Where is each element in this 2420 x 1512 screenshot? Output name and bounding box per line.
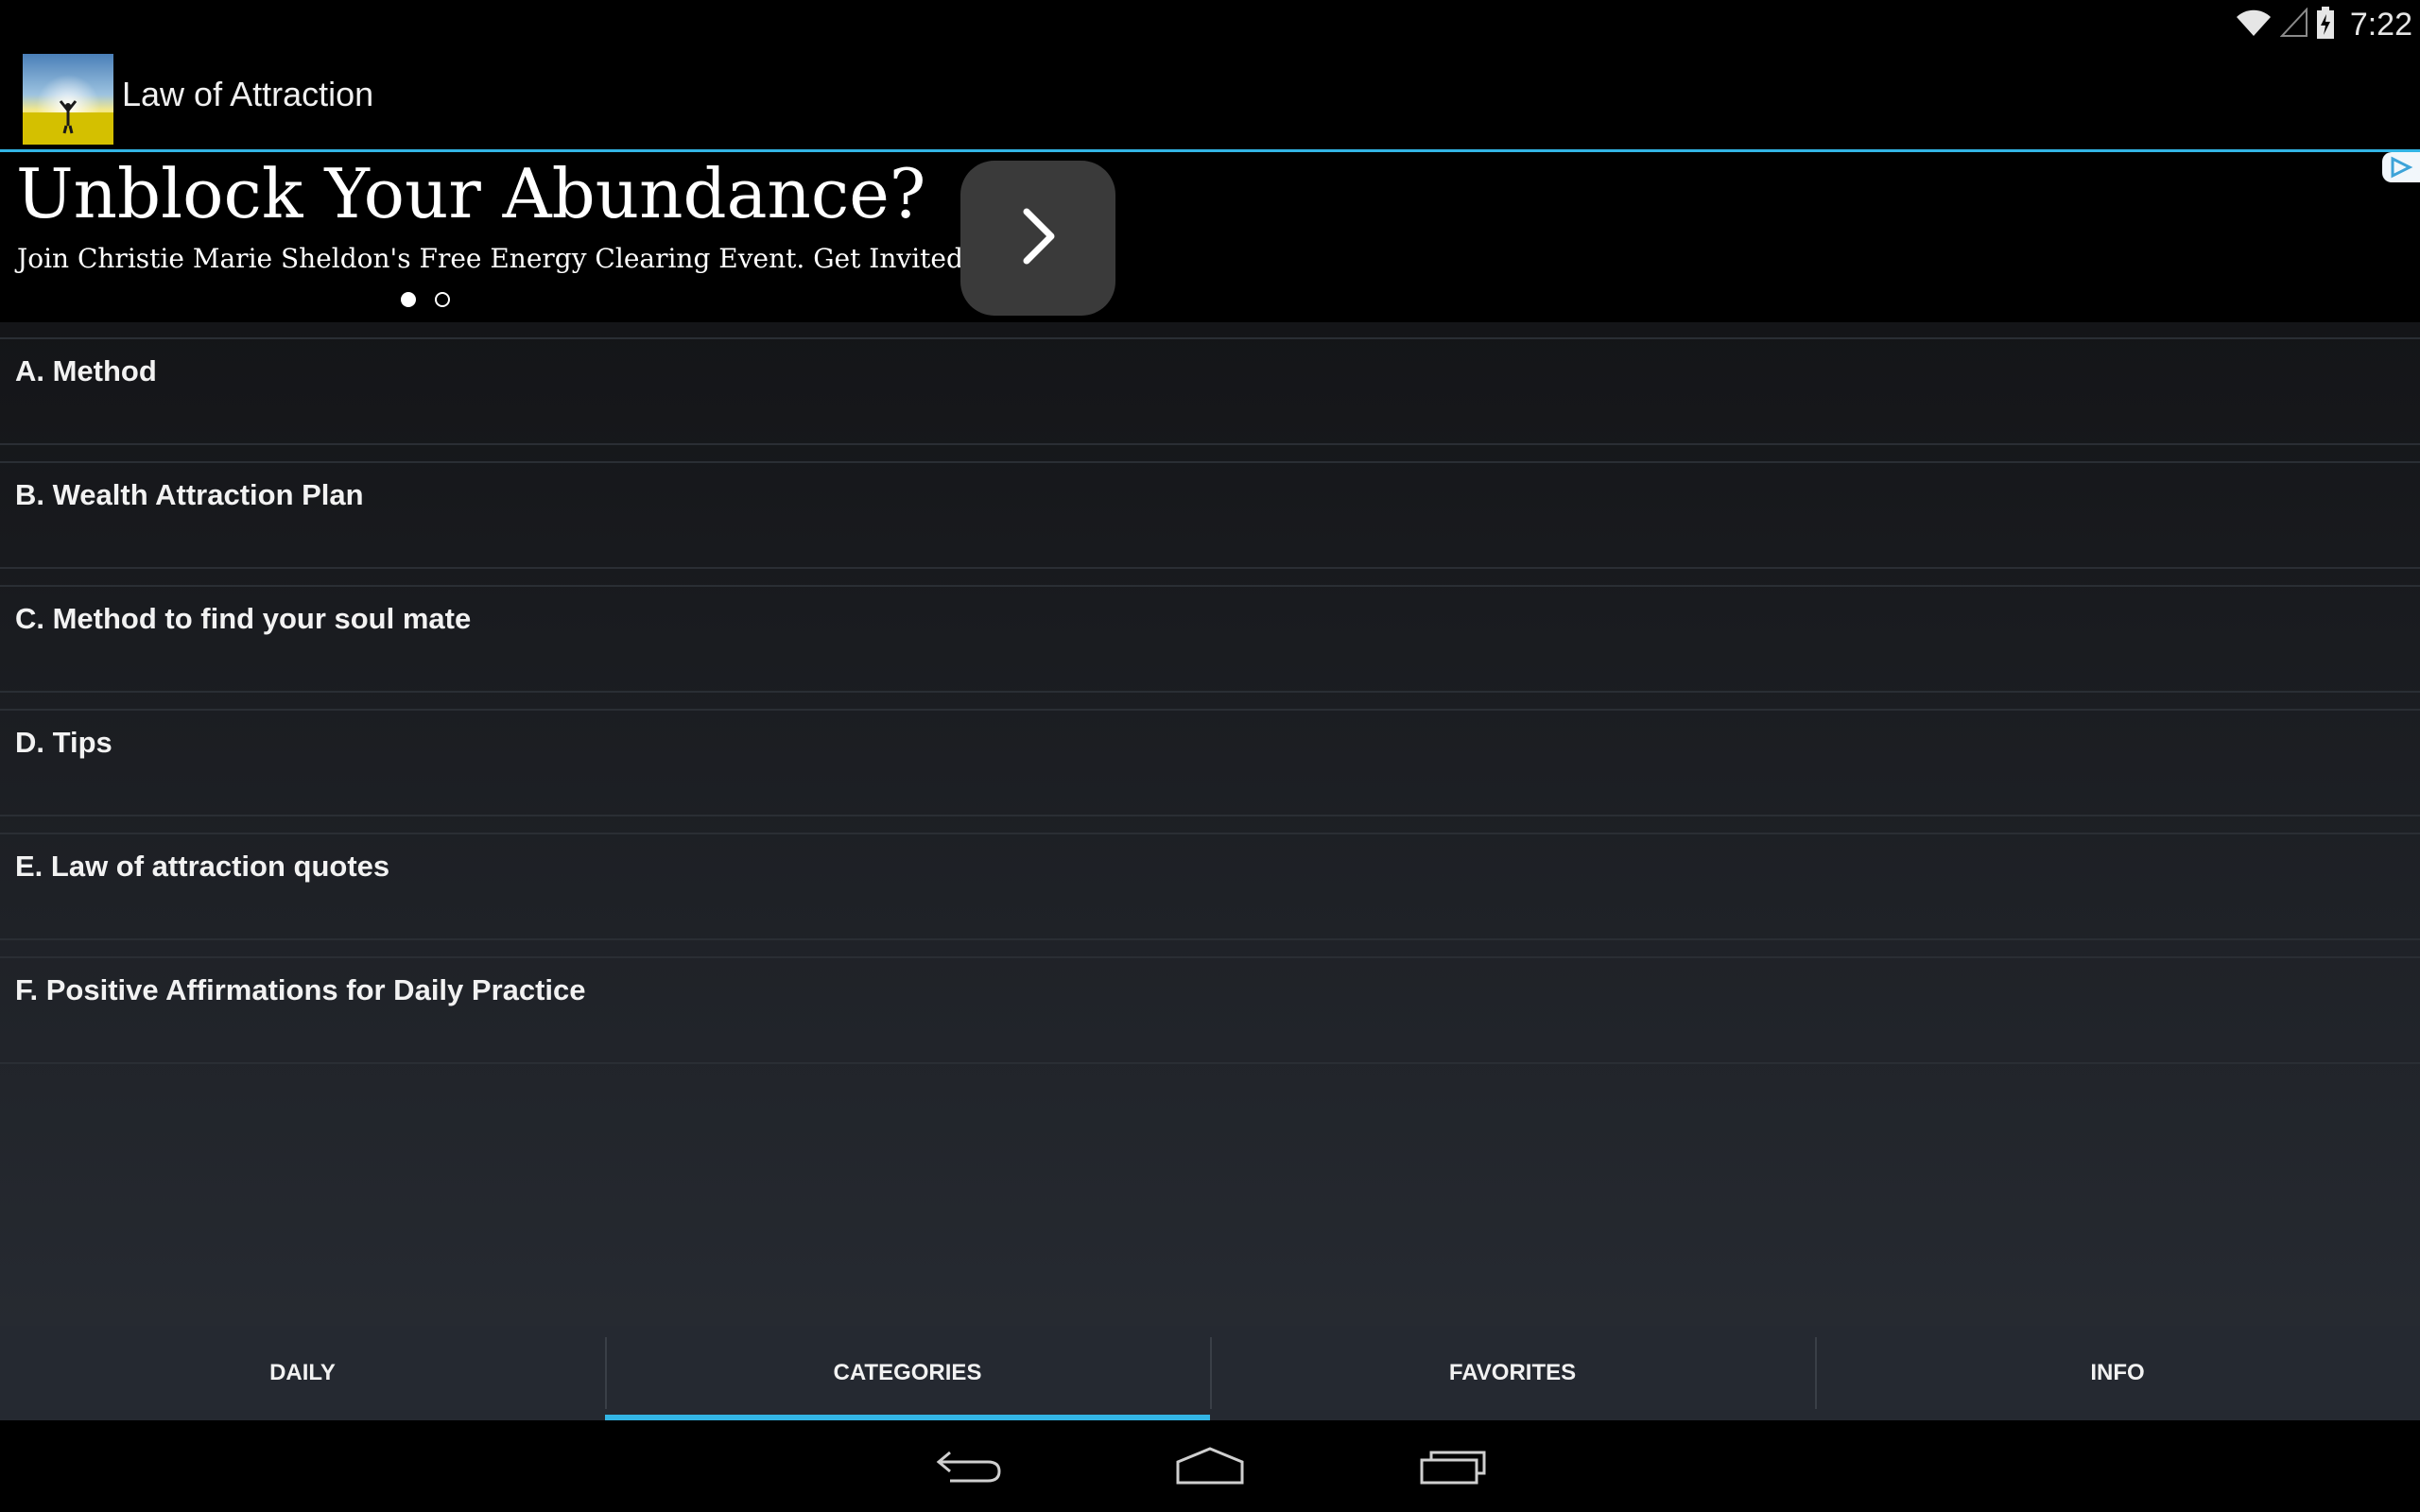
recent-apps-button[interactable] [1402,1439,1506,1496]
list-item-label: B. Wealth Attraction Plan [15,478,364,511]
ad-banner[interactable]: Unblock Your Abundance? Join Christie Ma… [0,152,2420,322]
tab-daily[interactable]: DAILY [0,1326,605,1420]
wifi-icon [2235,8,2273,43]
tab-info[interactable]: INFO [1815,1326,2420,1420]
list-item-label: A. Method [15,354,157,387]
tab-bar: DAILY CATEGORIES FAVORITES INFO [0,1326,2420,1420]
status-bar: 7:22 [0,0,2420,46]
list-item[interactable]: F. Positive Affirmations for Daily Pract… [0,956,2420,1064]
tab-label: FAVORITES [1448,1360,1577,1385]
status-icons: 7:22 [2235,4,2412,45]
list-item-label: E. Law of attraction quotes [15,850,390,883]
carousel-dot-active [401,292,416,307]
back-button[interactable] [917,1439,1021,1496]
list-item-label: D. Tips [15,726,112,759]
back-icon [933,1445,1005,1491]
app-title: Law of Attraction [122,75,374,113]
clock: 7:22 [2349,6,2412,43]
list-item[interactable]: E. Law of attraction quotes [0,833,2420,940]
ad-headline[interactable]: Unblock Your Abundance? [16,154,925,233]
system-nav-bar [0,1420,2420,1512]
list-item[interactable]: A. Method [0,337,2420,445]
list-item-label: C. Method to find your soul mate [15,602,472,635]
recent-apps-icon [1418,1445,1490,1491]
tab-label: INFO [2090,1360,2145,1385]
battery-charging-icon [2316,6,2335,43]
action-bar: Law of Attraction [0,46,2420,149]
home-button[interactable] [1158,1439,1262,1496]
list-item[interactable]: C. Method to find your soul mate [0,585,2420,693]
tab-favorites[interactable]: FAVORITES [1210,1326,1815,1420]
app-logo-icon[interactable] [23,54,113,145]
tab-label: DAILY [269,1360,336,1385]
home-icon [1174,1445,1246,1491]
chevron-right-icon [1010,198,1066,279]
list-item[interactable]: D. Tips [0,709,2420,816]
ad-next-button[interactable] [960,161,1115,316]
signal-icon [2279,6,2308,43]
ad-carousel-indicator [401,292,450,307]
categories-list: A. Method B. Wealth Attraction Plan C. M… [0,322,2420,1326]
ad-choices-icon[interactable] [2382,152,2420,182]
list-item-label: F. Positive Affirmations for Daily Pract… [15,973,586,1006]
ad-body-text[interactable]: Join Christie Marie Sheldon's Free Energ… [17,243,974,274]
carousel-dot [435,292,450,307]
list-item[interactable]: B. Wealth Attraction Plan [0,461,2420,569]
tab-categories[interactable]: CATEGORIES [605,1326,1210,1420]
tab-label: CATEGORIES [833,1360,982,1385]
